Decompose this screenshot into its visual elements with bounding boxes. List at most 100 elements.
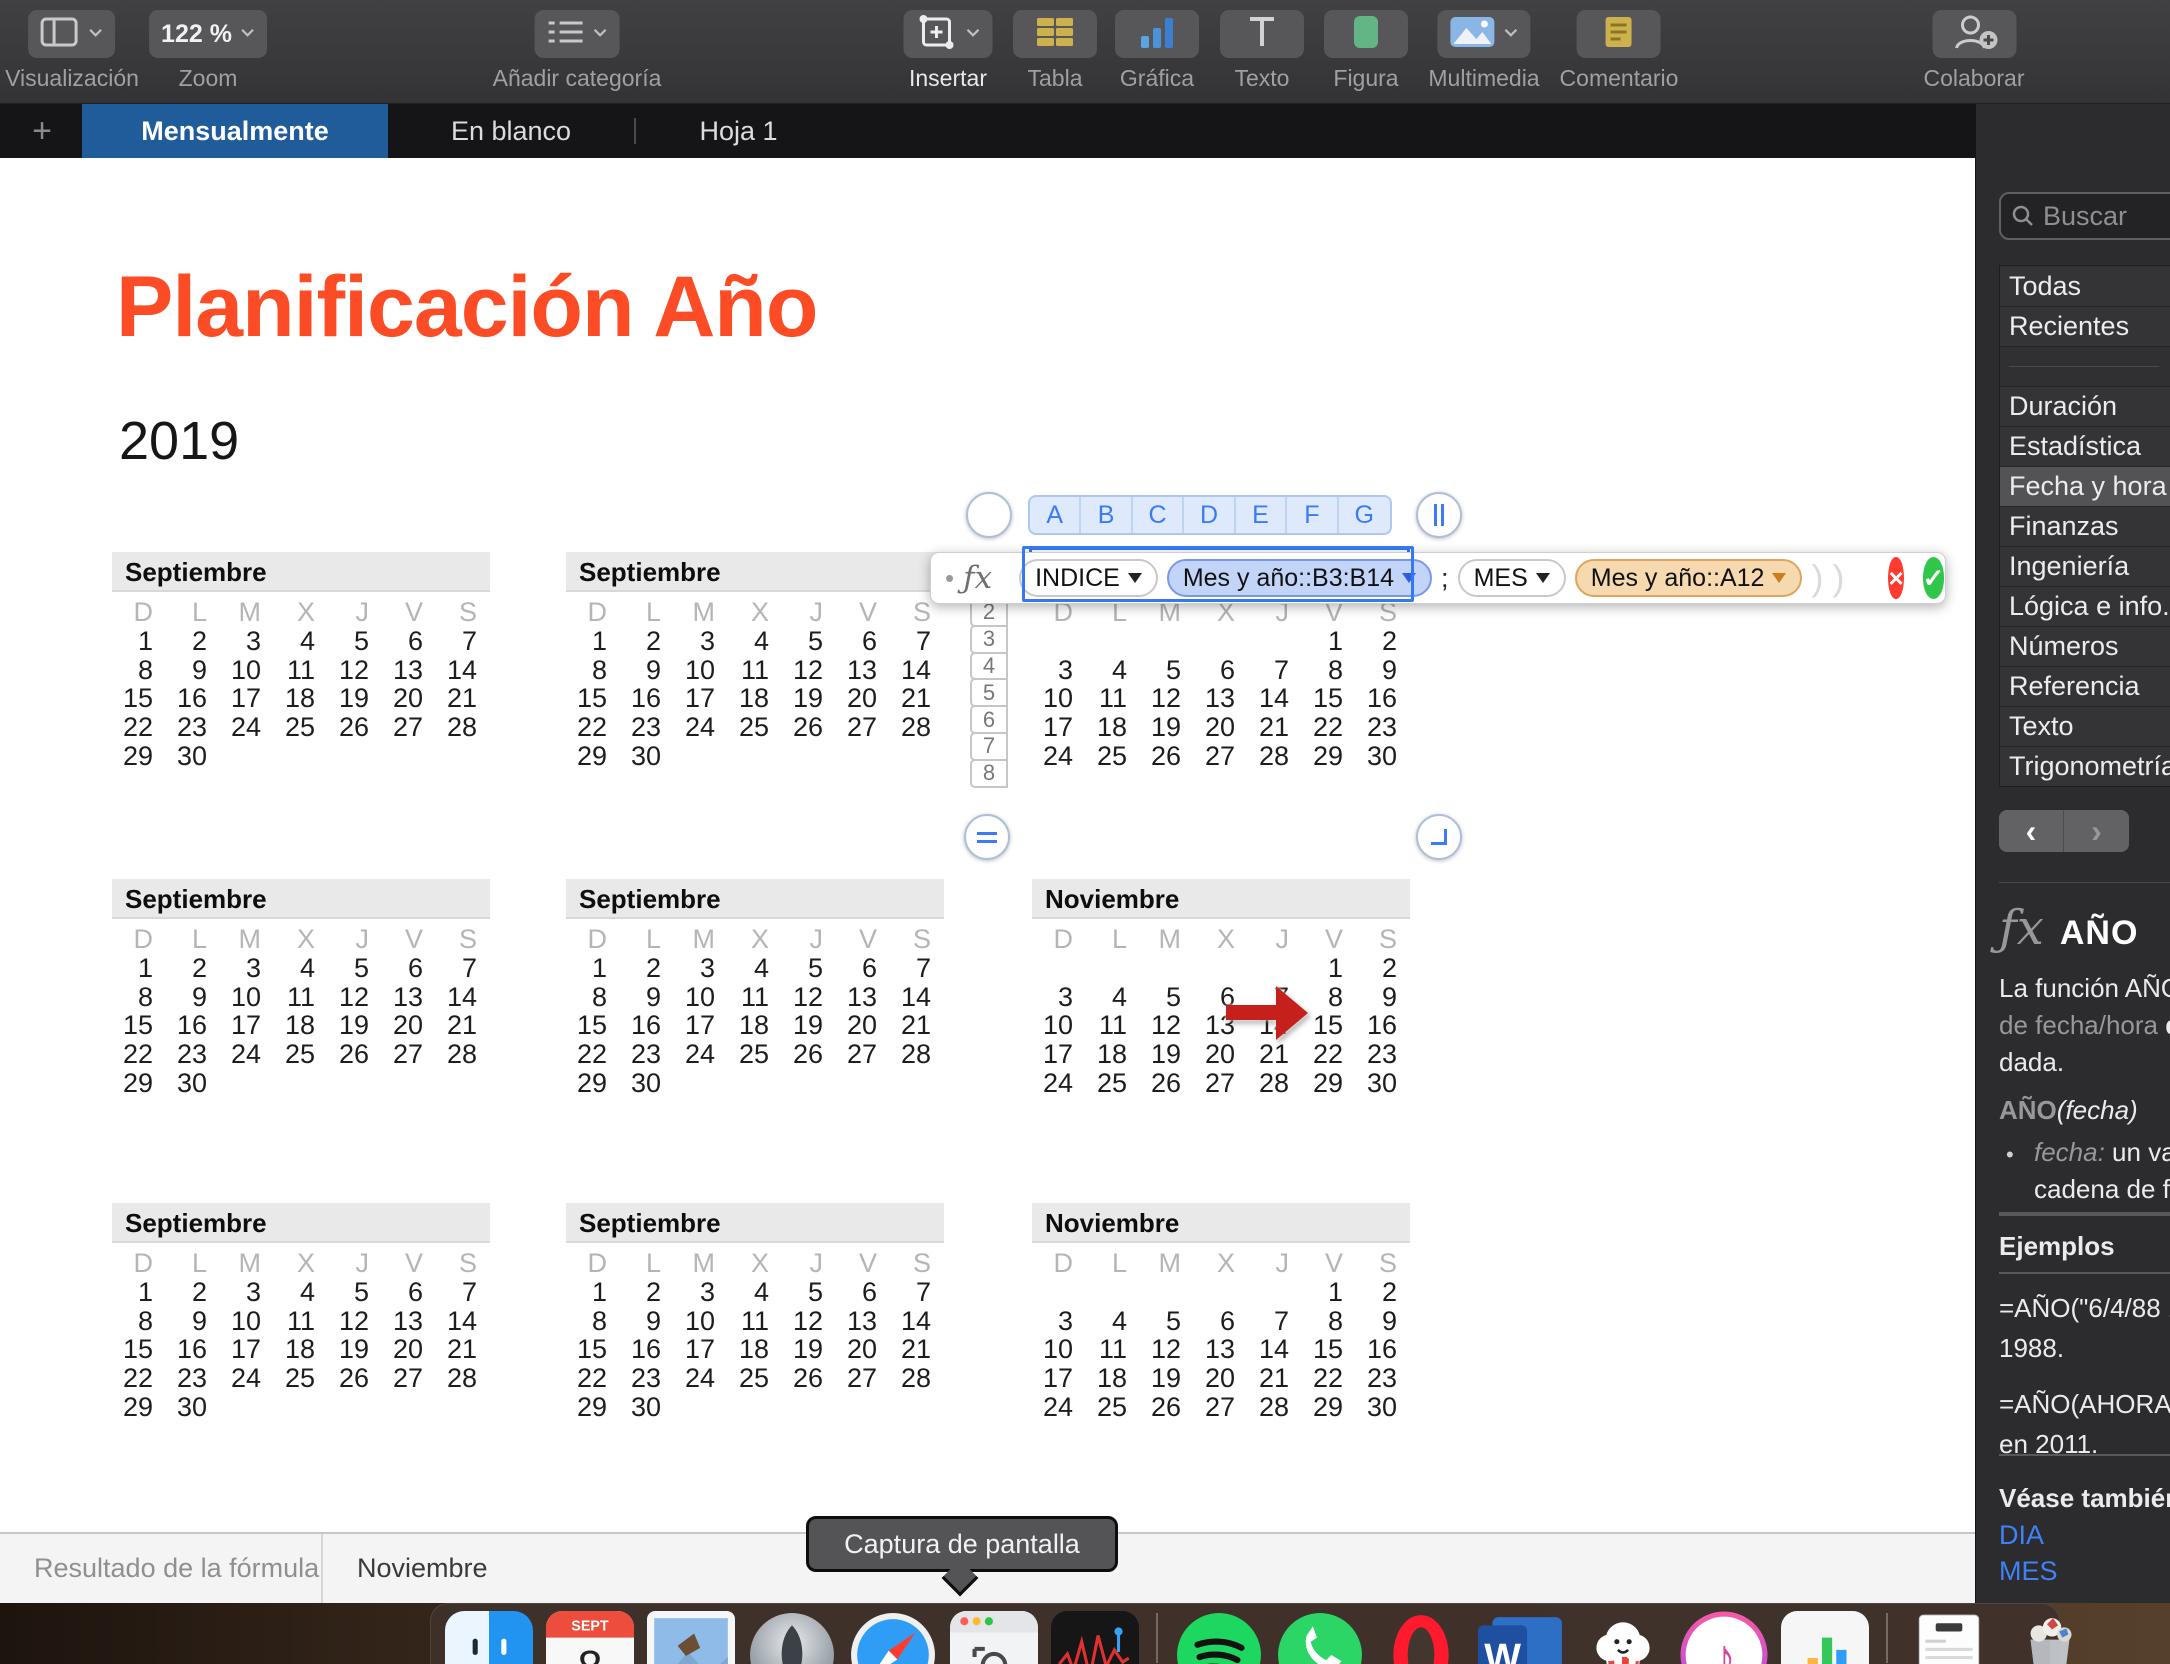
category-item-lógica-e-info-[interactable]: Lógica e info. [2000, 586, 2170, 626]
calendar-day-cell[interactable]: 2 [166, 953, 220, 983]
formula-drag-dot[interactable]: • [945, 563, 954, 594]
calendar-day-cell[interactable]: 20 [382, 1335, 436, 1364]
calendar-day-cell[interactable]: 20 [1194, 1040, 1248, 1069]
weekday-header-cell[interactable]: D [112, 925, 166, 954]
calendar-day-cell[interactable]: 12 [782, 1306, 836, 1336]
calendar-day-cell[interactable]: 22 [112, 1364, 166, 1393]
calendar-day-cell[interactable]: 29 [566, 1069, 620, 1098]
calendar-day-cell[interactable]: 9 [166, 1306, 220, 1336]
calendar-day-cell[interactable]: 24 [674, 713, 728, 742]
calendar-day-cell[interactable]: 18 [728, 684, 782, 713]
calendar-day-cell[interactable]: 30 [166, 742, 220, 771]
weekday-header-cell[interactable]: M [674, 925, 728, 954]
weekday-header-cell[interactable]: L [166, 1249, 220, 1278]
calendar-day-cell[interactable] [382, 742, 436, 771]
calendar-day-cell[interactable]: 20 [836, 684, 890, 713]
calendar-day-cell[interactable] [1140, 1278, 1194, 1307]
dock-icon-safari[interactable] [849, 1611, 937, 1664]
dock-icon-finder[interactable] [445, 1611, 533, 1664]
calendar-day-cell[interactable]: 17 [220, 1011, 274, 1040]
calendar-day-cell[interactable]: 26 [782, 713, 836, 742]
calendar-day-cell[interactable]: 26 [1140, 742, 1194, 771]
weekday-header-cell[interactable]: D [566, 1249, 620, 1278]
calendar-day-cell[interactable] [1140, 954, 1194, 983]
calendar-day-cell[interactable]: 11 [274, 655, 328, 685]
calendar-day-cell[interactable]: 22 [566, 713, 620, 742]
calendar-day-cell[interactable]: 30 [620, 1069, 674, 1098]
calendar-day-cell[interactable]: 10 [220, 1306, 274, 1336]
calendar-day-cell[interactable]: 1 [112, 1277, 166, 1307]
calendar-day-cell[interactable] [220, 742, 274, 771]
calendar-day-cell[interactable]: 21 [436, 684, 490, 713]
dock-icon-spotify[interactable] [1175, 1611, 1263, 1664]
calendar-day-cell[interactable]: 26 [328, 713, 382, 742]
calendar-day-cell[interactable]: 28 [890, 1364, 944, 1393]
dock-icon-popcorn[interactable] [1579, 1611, 1667, 1664]
calendar-day-cell[interactable]: 3 [1032, 655, 1086, 685]
calendar-day-cell[interactable]: 1 [112, 953, 166, 983]
calendar-day-cell[interactable]: 17 [674, 684, 728, 713]
weekday-header-cell[interactable]: S [1356, 925, 1410, 954]
calendar-day-cell[interactable]: 13 [1194, 684, 1248, 713]
calendar-day-cell[interactable]: 27 [1194, 1393, 1248, 1422]
calendar-day-cell[interactable]: 26 [328, 1364, 382, 1393]
calendar-day-cell[interactable]: 18 [274, 1011, 328, 1040]
calendar-day-cell[interactable]: 3 [220, 626, 274, 656]
calendar-table-septiembre-r2[interactable]: Septiembre D L M X J V S 1 2 3 4 5 6 7 8 9 10 11 12 13 14 15 16… [112, 879, 490, 1098]
calendar-table-septiembre-r1[interactable]: Septiembre D L M X J V S 1 2 3 4 5 6 7 8 9 10 11 12 13 14 15 16… [112, 552, 490, 771]
calendar-day-cell[interactable]: 19 [782, 684, 836, 713]
calendar-day-cell[interactable]: 14 [436, 982, 490, 1012]
calendar-day-cell[interactable]: 2 [1356, 1277, 1410, 1307]
calendar-day-cell[interactable]: 1 [566, 953, 620, 983]
calendar-day-cell[interactable]: 24 [674, 1364, 728, 1393]
calendar-day-cell[interactable]: 30 [620, 742, 674, 771]
shape-button[interactable] [1324, 10, 1408, 58]
calendar-day-cell[interactable] [674, 1069, 728, 1098]
calendar-day-cell[interactable]: 26 [328, 1040, 382, 1069]
category-item-duración[interactable]: Duración [2000, 386, 2170, 426]
calendar-day-cell[interactable]: 10 [674, 1306, 728, 1336]
calendar-day-cell[interactable] [836, 742, 890, 771]
row-header-5[interactable]: 5 [970, 678, 1008, 708]
calendar-day-cell[interactable]: 19 [328, 1335, 382, 1364]
calendar-day-cell[interactable]: 30 [1356, 1393, 1410, 1422]
calendar-day-cell[interactable]: 24 [220, 1364, 274, 1393]
weekday-header-cell[interactable]: X [728, 1249, 782, 1278]
calendar-day-cell[interactable]: 5 [782, 1277, 836, 1307]
calendar-day-cell[interactable]: 9 [1356, 982, 1410, 1012]
calendar-day-cell[interactable]: 18 [274, 684, 328, 713]
weekday-header-cell[interactable]: S [436, 1249, 490, 1278]
calendar-day-cell[interactable] [836, 1069, 890, 1098]
calendar-day-cell[interactable]: 24 [674, 1040, 728, 1069]
table-button[interactable] [1013, 10, 1097, 58]
calendar-day-cell[interactable]: 25 [274, 1040, 328, 1069]
category-item-texto[interactable]: Texto [2000, 706, 2170, 746]
calendar-day-cell[interactable]: 11 [1086, 684, 1140, 713]
calendar-day-cell[interactable]: 12 [328, 655, 382, 685]
weekday-header-cell[interactable]: J [328, 925, 382, 954]
calendar-day-cell[interactable]: 27 [836, 713, 890, 742]
calendar-day-cell[interactable]: 22 [1302, 1364, 1356, 1393]
calendar-day-cell[interactable] [382, 1393, 436, 1422]
calendar-day-cell[interactable] [728, 742, 782, 771]
calendar-day-cell[interactable]: 23 [1356, 1040, 1410, 1069]
text-button[interactable] [1220, 10, 1304, 58]
calendar-day-cell[interactable]: 2 [166, 1277, 220, 1307]
zoom-button[interactable]: 122 % [149, 10, 267, 58]
weekday-header-cell[interactable]: J [782, 1249, 836, 1278]
weekday-header-cell[interactable]: J [782, 925, 836, 954]
calendar-day-cell[interactable]: 13 [1194, 1335, 1248, 1364]
calendar-day-cell[interactable] [1086, 627, 1140, 656]
calendar-day-cell[interactable]: 14 [1248, 1335, 1302, 1364]
table-resize-handle[interactable] [1416, 814, 1462, 860]
calendar-day-cell[interactable] [890, 742, 944, 771]
calendar-day-cell[interactable]: 26 [782, 1040, 836, 1069]
calendar-day-cell[interactable]: 15 [112, 1011, 166, 1040]
insert-button[interactable] [903, 10, 993, 58]
calendar-day-cell[interactable] [1248, 954, 1302, 983]
dock-icon-calendar[interactable]: SEPT 8 [546, 1611, 634, 1664]
calendar-day-cell[interactable]: 16 [166, 1011, 220, 1040]
calendar-day-cell[interactable]: 29 [566, 742, 620, 771]
calendar-day-cell[interactable]: 24 [220, 1040, 274, 1069]
back-button[interactable]: ‹ [1999, 810, 2064, 852]
